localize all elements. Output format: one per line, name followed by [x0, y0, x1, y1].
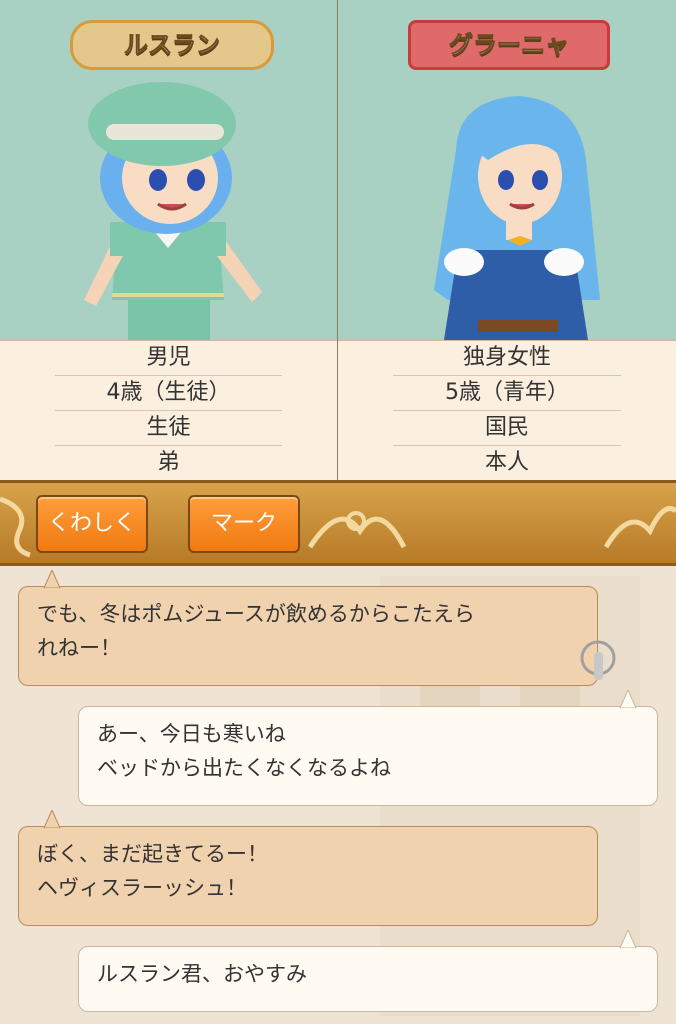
- info-age: 4歳（生徒）: [55, 376, 282, 411]
- message-line: ルスラン君、おやすみ: [97, 962, 307, 986]
- chat-bubble-self: あー、今日も寒いね ベッドから出たくなくなるよね: [78, 706, 658, 806]
- message-line: でも、冬はポムジュースが飲めるからこたえら: [37, 602, 475, 626]
- info-relation: 弟: [55, 446, 282, 481]
- bubble-tail: [43, 810, 61, 828]
- bubble-tail: [619, 930, 637, 948]
- info-occupation: 国民: [393, 411, 621, 446]
- ornament-right-icon: [603, 506, 676, 549]
- chat-bubble-self: ルスラン君、おやすみ: [78, 946, 658, 1012]
- info-relation: 本人: [393, 446, 621, 481]
- chat-bubble-partner: でも、冬はポムジュースが飲めるからこたえら れねー！: [18, 586, 598, 686]
- message-line: ベッドから出たくなくなるよね: [97, 756, 391, 780]
- bubble-tail: [619, 690, 637, 708]
- ornament-left-icon: [0, 496, 31, 558]
- name-tag-granya: グラーニャ: [408, 20, 610, 70]
- info-gender: 男児: [55, 341, 282, 376]
- chat-log[interactable]: でも、冬はポムジュースが飲めるからこたえら れねー！ あー、今日も寒いね ベッド…: [0, 566, 676, 1024]
- action-toolbar: くわしく マーク: [0, 480, 676, 566]
- message-line: あー、今日も寒いね: [97, 722, 286, 746]
- portrait-granya: グラーニャ: [338, 0, 676, 340]
- profile-panels: ルスラン 男児 4歳（生徒） 生徒 弟 グラーニャ 独身女性 5歳（青年） 国民…: [0, 0, 676, 481]
- info-occupation: 生徒: [55, 411, 282, 446]
- message-line: れねー！: [37, 636, 121, 660]
- name-tag-ruslan: ルスラン: [70, 20, 274, 70]
- mark-button[interactable]: マーク: [188, 495, 300, 553]
- tap-finger-icon[interactable]: [578, 638, 622, 684]
- message-line: ぼく、まだ起きてるー！: [37, 842, 268, 866]
- profile-info-granya: 独身女性 5歳（青年） 国民 本人: [338, 340, 676, 481]
- message-line: ヘヴィスラーッシュ！: [37, 876, 247, 900]
- info-gender: 独身女性: [393, 341, 621, 376]
- profile-info-ruslan: 男児 4歳（生徒） 生徒 弟: [0, 340, 337, 481]
- profile-granya: グラーニャ 独身女性 5歳（青年） 国民 本人: [338, 0, 676, 481]
- chat-bubble-partner: ぼく、まだ起きてるー！ ヘヴィスラーッシュ！: [18, 826, 598, 926]
- portrait-ruslan: ルスラン: [0, 0, 337, 340]
- profile-ruslan: ルスラン 男児 4歳（生徒） 生徒 弟: [0, 0, 338, 481]
- info-age: 5歳（青年）: [393, 376, 621, 411]
- ornament-center-icon: [307, 511, 407, 549]
- bubble-tail: [43, 570, 61, 588]
- details-button[interactable]: くわしく: [36, 495, 148, 553]
